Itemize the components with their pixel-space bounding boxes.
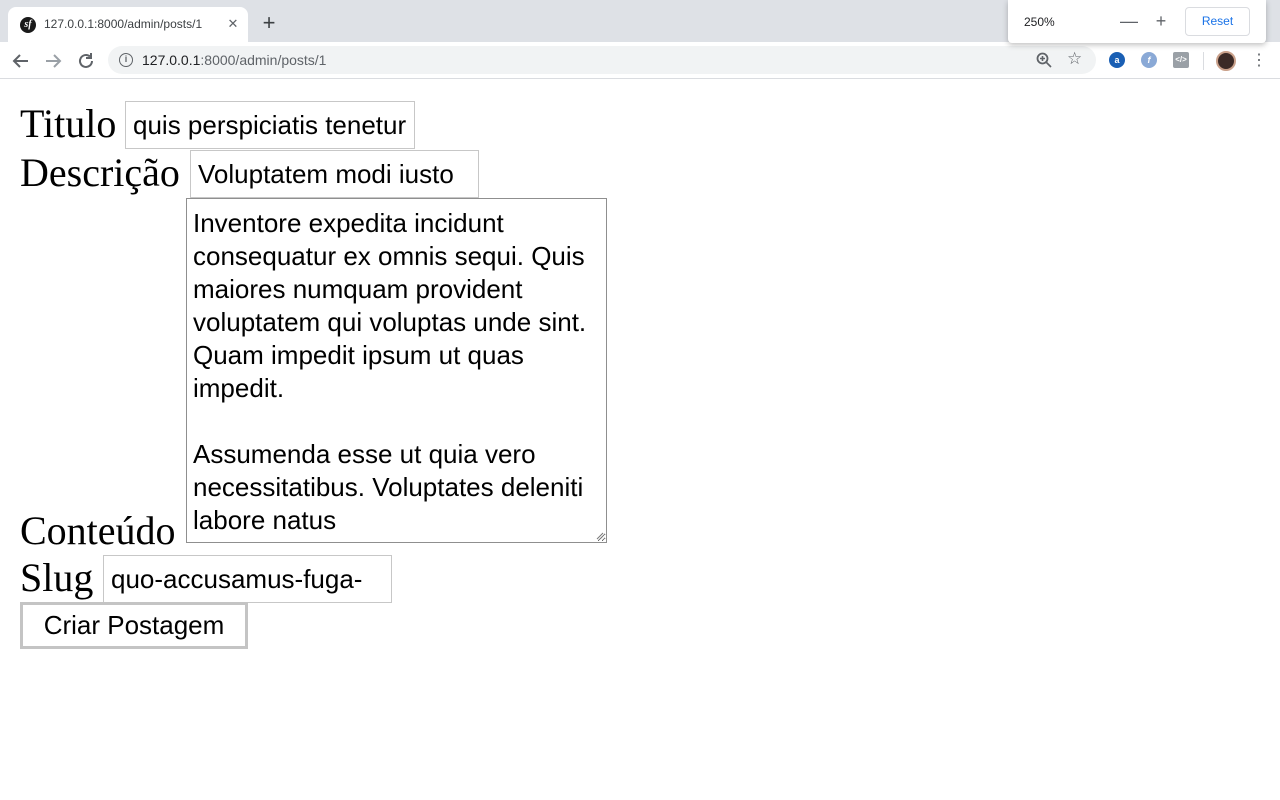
slug-label: Slug — [20, 555, 94, 600]
extension-icon[interactable]: f — [1141, 52, 1157, 68]
zoom-popup: 250% — + Reset — [1008, 0, 1266, 43]
descricao-input[interactable]: Voluptatem modi iusto — [190, 150, 479, 198]
url-path: :8000/admin/posts/1 — [200, 52, 327, 68]
plus-icon[interactable]: + — [1152, 10, 1170, 32]
conteudo-label: Conteúdo — [20, 508, 176, 553]
browser-tab[interactable]: sf 127.0.0.1:8000/admin/posts/1 ✕ — [8, 7, 248, 42]
info-icon[interactable]: i — [119, 53, 133, 67]
address-bar[interactable]: i 127.0.0.1:8000/admin/posts/1 ☆ — [108, 46, 1096, 74]
kebab-menu-icon[interactable]: ⋮ — [1251, 50, 1267, 72]
descricao-label: Descrição — [20, 150, 180, 195]
plus-icon[interactable]: + — [258, 12, 280, 34]
close-icon[interactable]: ✕ — [224, 15, 242, 33]
conteudo-textarea[interactable]: Inventore expedita incidunt consequatur … — [186, 198, 607, 543]
extension-icon[interactable]: a — [1109, 52, 1125, 68]
zoom-level: 250% — [1024, 15, 1055, 29]
criar-postagem-button[interactable]: Criar Postagem — [20, 602, 248, 649]
zoom-reset-button[interactable]: Reset — [1185, 7, 1250, 36]
page-content: Titulo quis perspiciatis tenetur Descriç… — [0, 80, 1280, 800]
titulo-label: Titulo — [20, 101, 117, 146]
reload-icon[interactable] — [75, 50, 97, 72]
slug-input[interactable]: quo-accusamus-fuga- — [103, 555, 392, 603]
code-extension-icon[interactable]: </> — [1173, 52, 1189, 68]
zoom-icon[interactable] — [1035, 51, 1053, 69]
titulo-input[interactable]: quis perspiciatis tenetur — [125, 101, 415, 149]
url-text[interactable]: 127.0.0.1:8000/admin/posts/1 — [142, 52, 326, 68]
symfony-icon: sf — [20, 17, 36, 33]
resize-handle-icon[interactable] — [594, 530, 604, 540]
star-icon[interactable]: ☆ — [1067, 49, 1082, 69]
toolbar-divider — [1203, 52, 1204, 70]
url-host: 127.0.0.1 — [142, 52, 201, 68]
avatar[interactable] — [1216, 51, 1236, 71]
arrow-left-icon[interactable] — [10, 50, 32, 72]
minus-icon[interactable]: — — [1120, 10, 1138, 32]
tab-title: 127.0.0.1:8000/admin/posts/1 — [44, 17, 203, 31]
browser-toolbar: i 127.0.0.1:8000/admin/posts/1 ☆ a f </>… — [0, 42, 1280, 79]
arrow-right-icon[interactable] — [42, 50, 64, 72]
